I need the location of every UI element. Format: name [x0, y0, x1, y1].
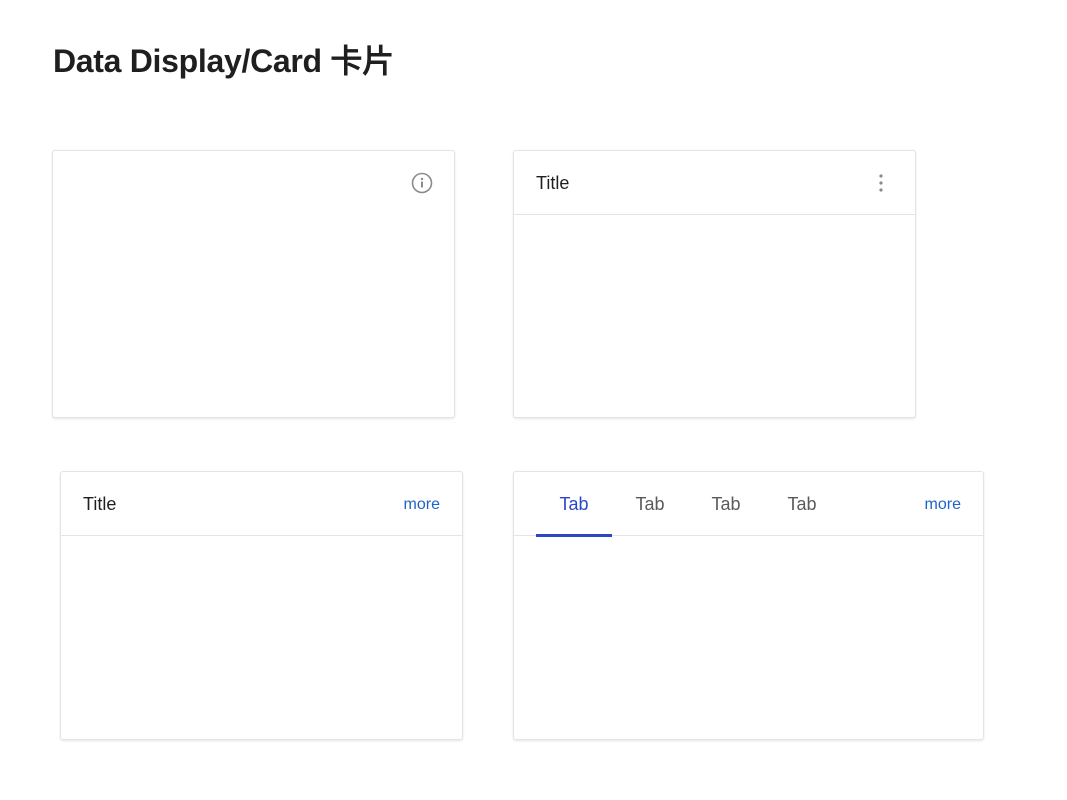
card-title-more: Title more	[60, 471, 463, 740]
tab-1[interactable]: Tab	[536, 472, 612, 537]
card-header: Title	[514, 151, 915, 215]
tab-3[interactable]: Tab	[688, 472, 764, 536]
card-title-kebab: Title	[513, 150, 916, 418]
kebab-vertical-icon	[879, 174, 883, 192]
tab-4[interactable]: Tab	[764, 472, 840, 536]
card-title: Title	[536, 173, 570, 193]
page-title: Data Display/Card 卡片	[53, 43, 394, 79]
kebab-menu-button[interactable]	[871, 172, 891, 194]
more-link[interactable]: more	[925, 496, 961, 514]
card-header: Title more	[61, 472, 462, 536]
more-link[interactable]: more	[404, 496, 440, 514]
tab-bar: Tab Tab Tab Tab	[536, 472, 840, 537]
card-tabs: Tab Tab Tab Tab more	[513, 471, 984, 740]
info-circle-icon	[411, 172, 433, 194]
card-info	[52, 150, 455, 418]
card-title: Title	[83, 494, 117, 514]
card-header: Tab Tab Tab Tab more	[514, 472, 983, 537]
tab-2[interactable]: Tab	[612, 472, 688, 536]
info-button[interactable]	[411, 172, 433, 194]
